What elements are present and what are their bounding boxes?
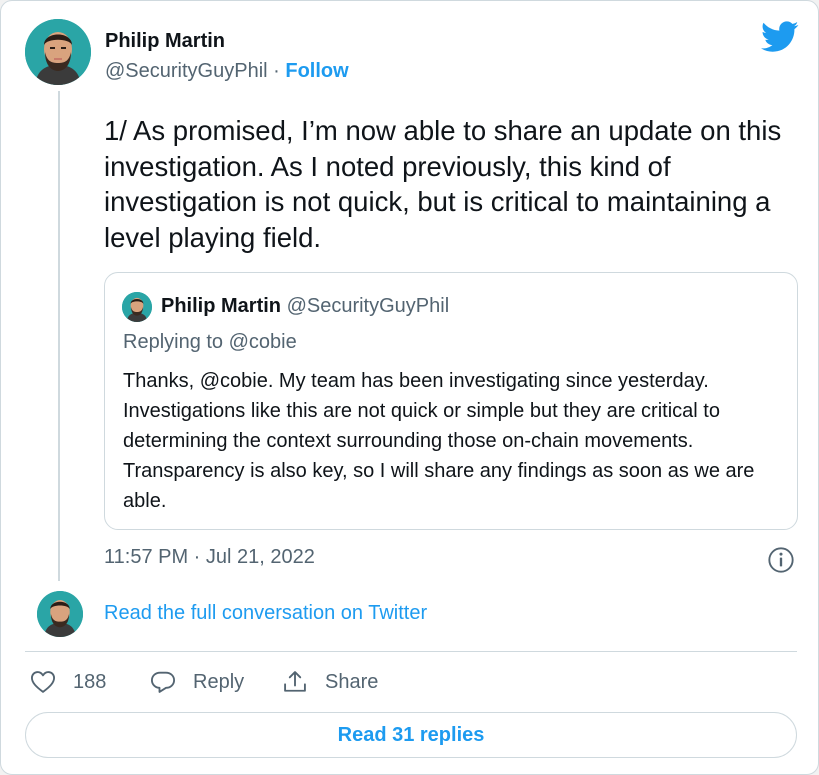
share-label: Share (325, 670, 379, 693)
quoted-author-handle: @SecurityGuyPhil (286, 295, 450, 317)
read-replies-button[interactable]: Read 31 replies (25, 712, 797, 758)
author-avatar[interactable] (25, 19, 91, 85)
heart-icon (30, 671, 56, 693)
like-count: 188 (73, 670, 107, 693)
author-handle-row: @SecurityGuyPhil · Follow (105, 60, 349, 83)
quoted-author-name: Philip Martin (161, 295, 281, 317)
reply-bubble-icon (150, 671, 176, 693)
tweet-timestamp[interactable]: 11:57 PM · Jul 21, 2022 (104, 546, 315, 569)
quoted-author-avatar (122, 292, 152, 322)
handle-separator: · (273, 60, 280, 82)
quoted-tweet-text: Thanks, @cobie. My team has been investi… (123, 370, 755, 512)
conversation-avatar (37, 591, 83, 637)
thread-connector-line (58, 91, 60, 581)
tweet-text: 1/ As promised, I’m now able to share an… (104, 115, 782, 253)
quoted-author-line: Philip Martin @SecurityGuyPhil (161, 295, 449, 318)
reply-label: Reply (193, 670, 245, 693)
author-name[interactable]: Philip Martin (105, 30, 225, 53)
twitter-bird-icon[interactable] (761, 21, 799, 53)
reply-button[interactable]: Reply (149, 665, 244, 699)
quoted-tweet[interactable]: Philip Martin @SecurityGuyPhil Replying … (104, 272, 798, 530)
info-icon[interactable] (767, 546, 795, 574)
share-button[interactable]: Share (281, 665, 378, 699)
quoted-replying-to: Replying to @cobie (123, 331, 297, 353)
follow-button[interactable]: Follow (285, 60, 348, 82)
actions-divider (25, 651, 797, 652)
read-full-conversation-link[interactable]: Read the full conversation on Twitter (104, 602, 427, 625)
share-upload-icon (284, 671, 306, 692)
like-button[interactable]: 188 (29, 665, 106, 699)
embedded-tweet-card: Philip Martin @SecurityGuyPhil · Follow … (0, 0, 819, 775)
author-handle[interactable]: @SecurityGuyPhil (105, 60, 268, 82)
